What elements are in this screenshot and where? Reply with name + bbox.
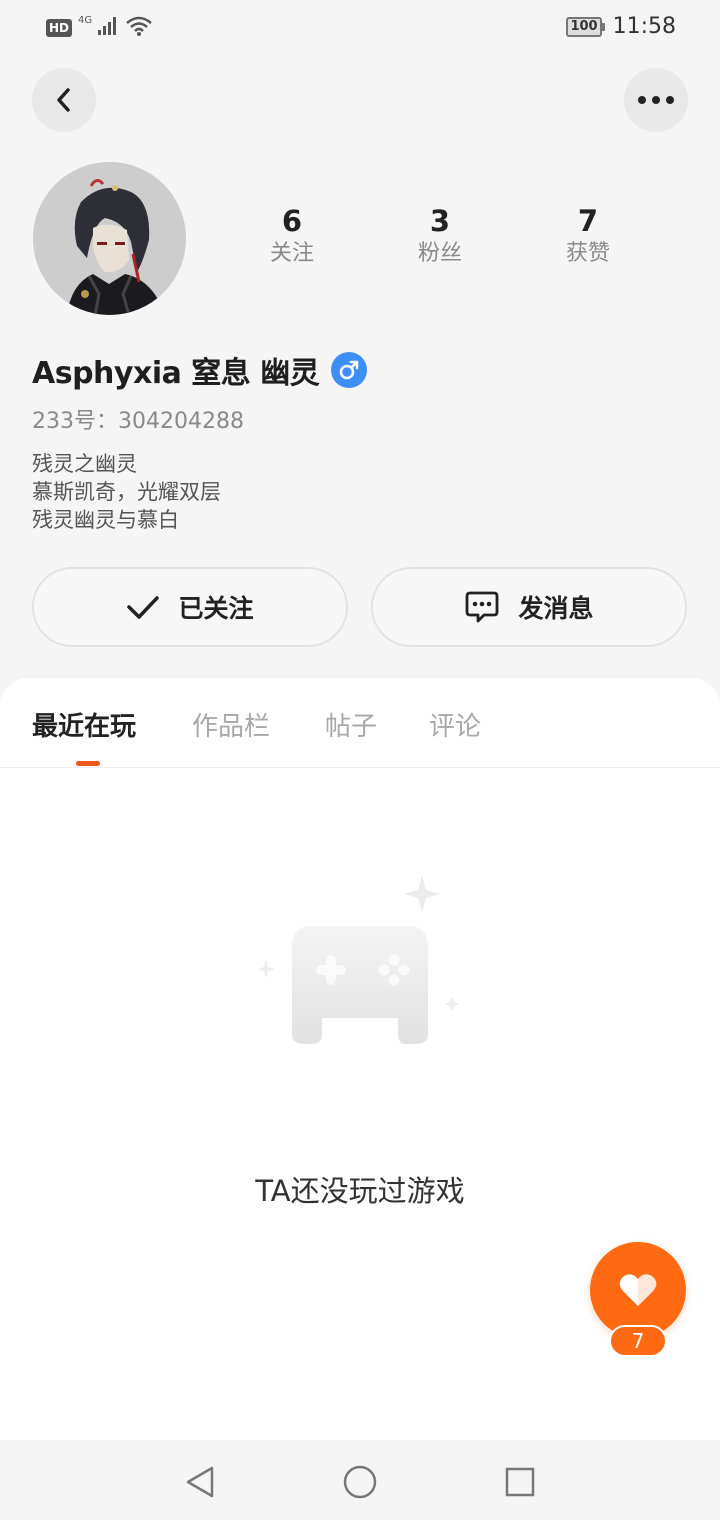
triangle-back-icon xyxy=(186,1466,214,1498)
hd-badge: HD xyxy=(46,19,73,37)
more-button[interactable] xyxy=(624,68,688,132)
status-left: HD 4G xyxy=(46,14,152,40)
bio-line: 残灵幽灵与慕白 xyxy=(32,508,179,532)
tab-bar: 最近在玩 作品栏 帖子 评论 xyxy=(0,678,720,768)
network-type: 4G xyxy=(78,14,93,26)
tab-indicator xyxy=(76,761,100,766)
stat-label: 关注 xyxy=(269,241,314,266)
stat-followers[interactable]: 3 粉丝 xyxy=(390,203,490,269)
follow-button[interactable]: 已关注 xyxy=(32,567,348,647)
follow-label: 已关注 xyxy=(178,594,254,623)
tab-comments[interactable]: 评论 xyxy=(429,706,481,743)
chevron-left-icon xyxy=(57,88,70,112)
circle-home-icon xyxy=(343,1465,377,1499)
stat-value: 7 xyxy=(577,204,599,238)
signal-icon xyxy=(98,17,120,39)
tab-works[interactable]: 作品栏 xyxy=(192,706,270,743)
message-button[interactable]: 发消息 xyxy=(371,567,687,647)
user-name: Asphyxia 窒息 幽灵 xyxy=(32,356,320,391)
battery-level: 100 xyxy=(566,16,602,37)
clock: 11:58 xyxy=(612,14,676,39)
nav-recents-button[interactable] xyxy=(500,1462,540,1502)
gamepad-icon xyxy=(250,876,470,1066)
more-dots-icon xyxy=(638,96,674,104)
bio-line: 残灵之幽灵 xyxy=(32,452,137,476)
stat-label: 获赞 xyxy=(565,241,610,266)
checkmark-icon xyxy=(127,596,160,619)
stat-likes[interactable]: 7 获赞 xyxy=(538,203,638,269)
message-label: 发消息 xyxy=(518,594,594,623)
user-id: 233号：304204288 xyxy=(32,409,244,434)
heart-icon xyxy=(619,1274,657,1306)
bio: 残灵之幽灵 慕斯凯奇，光耀双层 残灵幽灵与慕白 xyxy=(32,450,221,534)
stat-following[interactable]: 6 关注 xyxy=(242,203,342,269)
tab-recent-play[interactable]: 最近在玩 xyxy=(32,706,136,743)
like-button[interactable] xyxy=(590,1242,686,1338)
name-row: Asphyxia 窒息 幽灵 xyxy=(32,348,368,392)
chat-bubble-icon xyxy=(466,591,499,623)
male-gender-icon xyxy=(331,352,368,388)
battery-icon: 100 xyxy=(566,16,605,37)
square-recents-icon xyxy=(505,1467,535,1497)
bio-line: 慕斯凯奇，光耀双层 xyxy=(32,480,221,504)
like-count-badge: 7 xyxy=(609,1325,667,1357)
empty-state-text: TA还没玩过游戏 xyxy=(255,1174,465,1208)
avatar[interactable] xyxy=(33,162,186,315)
back-button[interactable] xyxy=(32,68,96,132)
status-bar: HD 4G 100 11:58 xyxy=(0,0,720,56)
stat-label: 粉丝 xyxy=(417,241,462,266)
nav-back-button[interactable] xyxy=(180,1462,220,1502)
stat-value: 6 xyxy=(281,204,303,238)
nav-home-button[interactable] xyxy=(340,1462,380,1502)
tab-posts[interactable]: 帖子 xyxy=(325,706,377,743)
wifi-icon xyxy=(126,16,152,40)
system-nav-bar xyxy=(0,1440,720,1520)
status-right: 100 11:58 xyxy=(566,14,676,39)
stat-value: 3 xyxy=(429,204,451,238)
